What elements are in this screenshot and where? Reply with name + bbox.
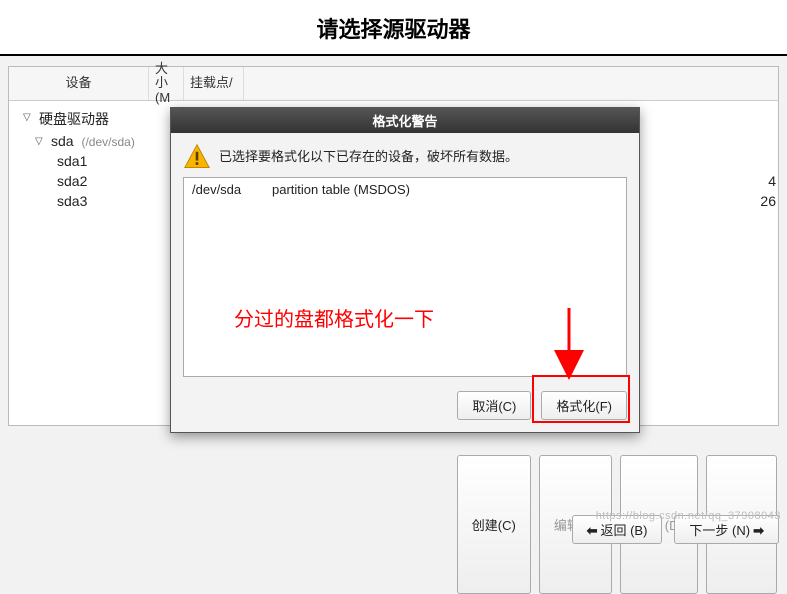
list-item: /dev/sda partition table (MSDOS) (192, 182, 618, 197)
column-device[interactable]: 设备 (9, 67, 149, 100)
next-button[interactable]: 下一步 (N)➡ (674, 515, 779, 544)
collapse-icon[interactable]: ▽ (23, 109, 39, 129)
format-button[interactable]: 格式化(F) (541, 391, 627, 420)
dialog-title: 格式化警告 (171, 108, 639, 133)
format-warning-dialog: 格式化警告 已选择要格式化以下已存在的设备，破坏所有数据。 /dev/sda p… (170, 107, 640, 433)
page-title-bar: 请选择源驱动器 (0, 0, 787, 56)
back-button[interactable]: ⬅返回 (B) (572, 515, 663, 544)
arrow-left-icon: ⬅ (587, 523, 598, 538)
device-listing: /dev/sda partition table (MSDOS) 分过的盘都格式… (183, 177, 627, 377)
cancel-button[interactable]: 取消(C) (457, 391, 531, 420)
create-button[interactable]: 创建(C) (457, 455, 531, 594)
annotation-text: 分过的盘都格式化一下 (234, 303, 434, 332)
page-title: 请选择源驱动器 (0, 12, 787, 44)
arrow-right-icon: ➡ (753, 523, 764, 538)
collapse-icon[interactable]: ▽ (35, 133, 51, 149)
annotation-arrow-icon (544, 303, 594, 383)
column-size[interactable]: 大小 (M (149, 67, 184, 100)
warning-icon (183, 143, 211, 171)
table-header: 设备 大小 (M 挂载点/ (9, 67, 778, 101)
warning-text: 已选择要格式化以下已存在的设备，破坏所有数据。 (219, 143, 518, 165)
nav-actions: ⬅返回 (B) 下一步 (N)➡ (572, 515, 779, 544)
column-mount[interactable]: 挂载点/ (184, 67, 244, 100)
